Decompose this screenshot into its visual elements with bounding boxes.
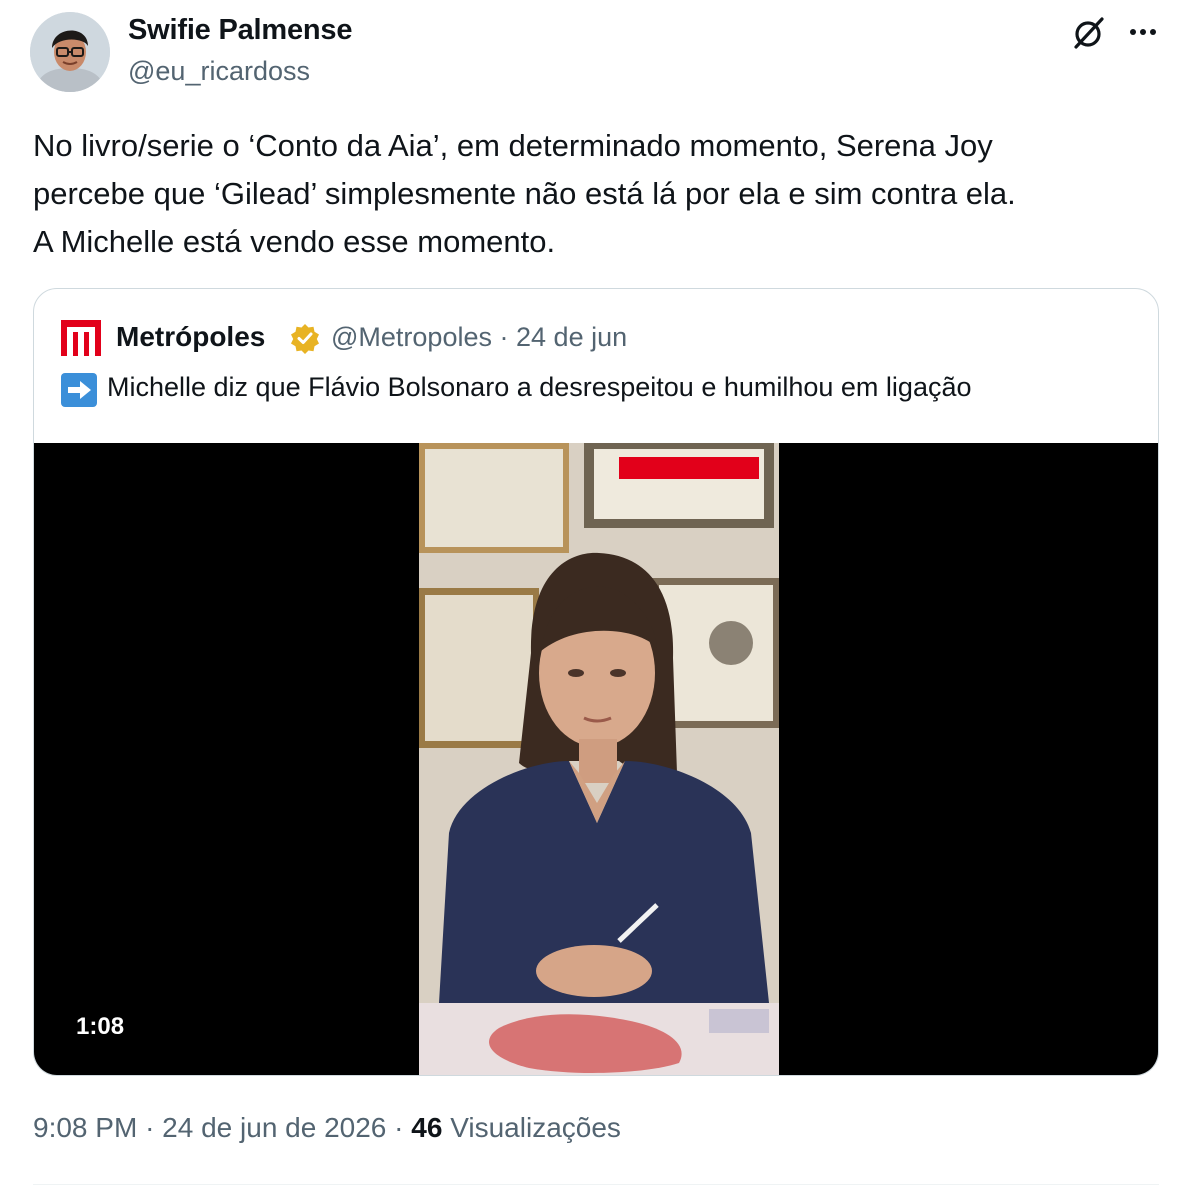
author-display-name[interactable]: Swifie Palmense [128,14,352,47]
views-label: Visualizações [450,1112,621,1143]
verified-badge-icon [289,322,321,354]
quoted-author-name[interactable]: Metrópoles [116,321,265,353]
more-horizontal-icon[interactable] [1124,14,1162,52]
tweet-meta: 9:08 PM · 24 de jun de 2026 · 46 Visuali… [33,1112,621,1144]
video-thumbnail [419,443,779,1075]
separator: · [499,322,509,352]
video-duration: 1:08 [76,1013,125,1040]
quoted-handle-date: @Metropoles · 24 de jun [331,322,627,353]
tweet-text-line: A Michelle está vendo esse momento. [33,224,556,259]
views-count: 46 [411,1112,443,1143]
metropoles-logo [61,320,101,356]
divider [33,1184,1159,1185]
tweet-date[interactable]: 24 de jun de 2026 [162,1112,386,1143]
tweet-text: No livro/serie o ‘Conto da Aia’, em dete… [33,122,1173,266]
avatar[interactable] [30,12,110,92]
grok-icon[interactable] [1070,14,1108,52]
tweet-text-line: percebe que ‘Gilead’ simplesmente não es… [33,176,1016,211]
separator: · [394,1112,404,1143]
video-player[interactable]: 1:08 [34,443,1158,1075]
quoted-handle[interactable]: @Metropoles [331,322,492,352]
tweet-time[interactable]: 9:08 PM [33,1112,137,1143]
quoted-date[interactable]: 24 de jun [516,322,627,352]
quoted-tweet-text: Michelle diz que Flávio Bolsonaro a desr… [107,372,972,402]
quoted-tweet[interactable]: Metrópoles @Metropoles · 24 de jun Miche… [33,288,1159,1076]
arrow-right-emoji-icon [61,373,97,407]
tweet: Swifie Palmense @eu_ricardoss No livro/s… [0,0,1200,1192]
tweet-text-line: No livro/serie o ‘Conto da Aia’, em dete… [33,128,993,163]
author-handle[interactable]: @eu_ricardoss [128,56,310,87]
separator: · [145,1112,155,1143]
